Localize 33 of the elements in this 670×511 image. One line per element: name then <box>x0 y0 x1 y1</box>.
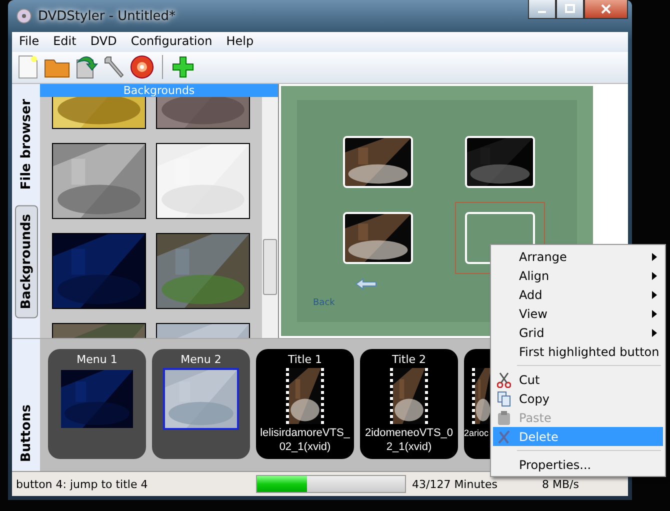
title-card[interactable]: Title 1 lelisirdamoreVTS_02_1(xvid) <box>256 349 354 460</box>
card-caption: 2arioc <box>464 427 489 440</box>
menu-item[interactable]: DVD <box>83 32 124 52</box>
menu-item[interactable]: First highlighted button <box>493 342 663 361</box>
menu-item[interactable]: View <box>493 304 663 323</box>
menu-card[interactable]: Menu 1 <box>48 349 146 460</box>
title-card[interactable]: 2arioc <box>464 349 492 460</box>
menu-item[interactable]: Add <box>493 285 663 304</box>
side-tab[interactable]: Backgrounds <box>14 205 38 318</box>
status-message: button 4: jump to title 4 <box>15 478 149 491</box>
menu-card[interactable]: Menu 2 <box>152 349 250 460</box>
menu-item[interactable]: Help <box>219 32 261 52</box>
card-caption: lelisirdamoreVTS_02_1(xvid) <box>259 426 351 454</box>
menu-item[interactable]: Grid <box>493 323 663 342</box>
menu-item[interactable]: Edit <box>46 32 84 52</box>
speed-label: 8 MB/s <box>542 478 579 491</box>
menu-item[interactable]: Configuration <box>124 32 220 52</box>
panel-title: Backgrounds <box>40 84 278 98</box>
minutes-label: 43/127 Minutes <box>412 478 498 491</box>
side-tab[interactable]: File browser <box>14 90 38 200</box>
card-caption: 2idomeneoVTS_02_1(xvid) <box>364 426 454 454</box>
window-title: DVDStyler - Untitled* <box>38 8 177 24</box>
card-title: Menu 2 <box>180 353 222 366</box>
card-title: Menu 1 <box>76 353 118 366</box>
menu-item[interactable]: Copy <box>493 389 663 408</box>
card-title: Title 1 <box>288 353 322 366</box>
menu-item[interactable]: Arrange <box>493 247 663 266</box>
menu-item[interactable]: File <box>12 32 46 52</box>
menu-item[interactable]: Cut <box>493 370 663 389</box>
menu-item[interactable]: Align <box>493 266 663 285</box>
card-title: Title 2 <box>392 353 426 366</box>
title-card[interactable]: Title 2 2idomeneoVTS_02_1(xvid) <box>360 349 458 460</box>
menu-item[interactable]: Properties... <box>493 455 663 474</box>
